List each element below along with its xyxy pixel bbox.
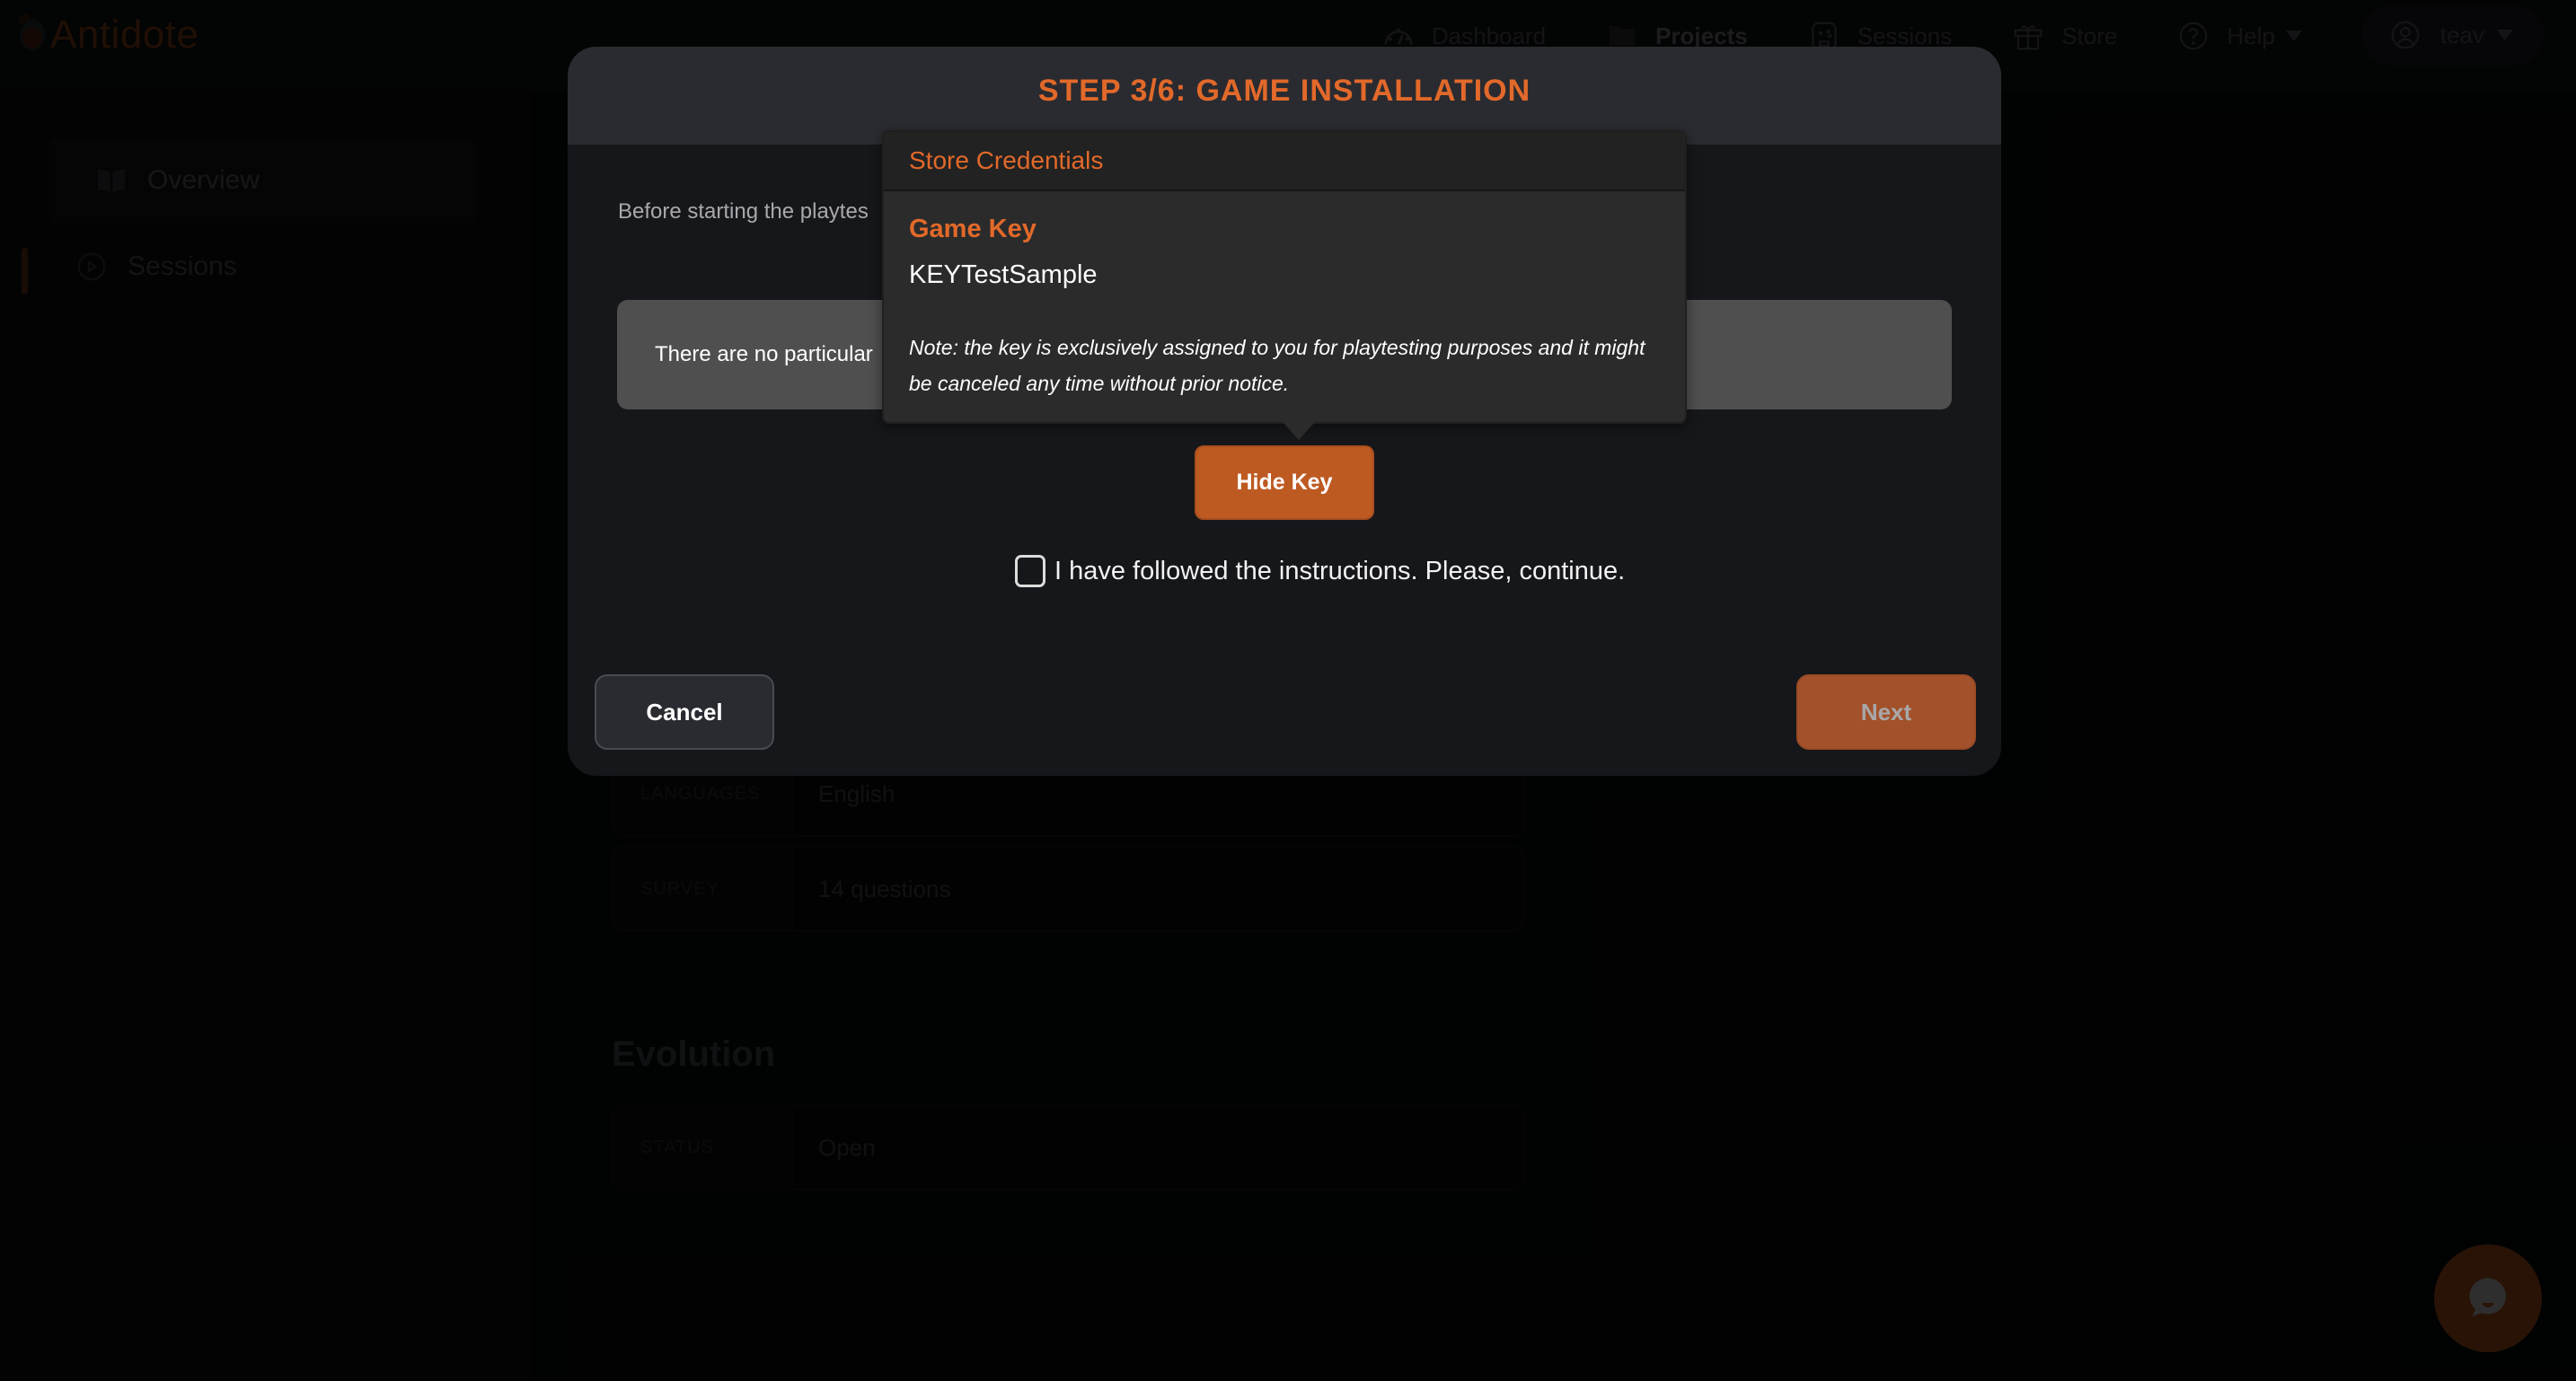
confirm-instructions[interactable]: I have followed the instructions. Please… [1015,555,1625,587]
hide-key-button[interactable]: Hide Key [1195,445,1374,520]
store-credentials-popover: Store Credentials Game Key KEYTestSample… [882,130,1687,440]
game-key-value[interactable]: KEYTestSample [909,260,1660,290]
cancel-button[interactable]: Cancel [595,674,774,750]
popover-arrow [1283,422,1315,440]
confirm-label: I have followed the instructions. Please… [1054,556,1626,585]
popover-body: Game Key KEYTestSample Note: the key is … [884,191,1685,401]
popover-title: Store Credentials [884,132,1685,191]
confirm-checkbox[interactable] [1015,555,1045,587]
notice-text: There are no particular [655,342,873,366]
next-button[interactable]: Next [1796,674,1976,750]
modal-title: STEP 3/6: GAME INSTALLATION [1037,74,1531,108]
key-note: Note: the key is exclusively assigned to… [909,336,1645,395]
intro-text: Before starting the playtes [618,199,869,224]
game-key-label: Game Key [909,215,1037,243]
